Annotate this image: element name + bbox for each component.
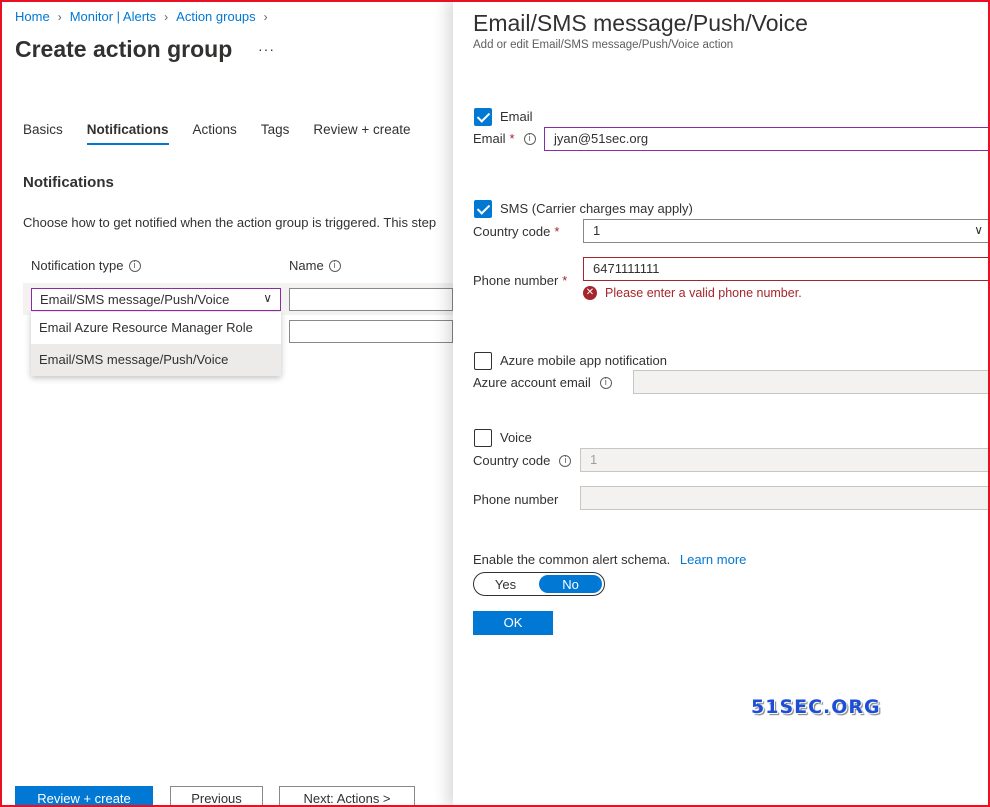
create-action-group-blade: Home › Monitor | Alerts › Action groups … [0,0,453,807]
panel-title: Email/SMS message/Push/Voice [473,10,808,36]
sms-country-code-label: Country code * [473,224,559,239]
toggle-yes[interactable]: Yes [474,573,537,595]
info-icon[interactable]: i [523,132,536,145]
azure-account-label-text: Azure account email [473,375,591,390]
voice-phone-number-field [580,486,990,510]
breadcrumb: Home › Monitor | Alerts › Action groups … [15,9,276,24]
next-actions-button[interactable]: Next: Actions > [279,786,415,807]
voice-phone-number-label: Phone number [473,492,559,507]
azure-account-email-field [633,370,990,394]
email-sms-push-voice-panel: Email/SMS message/Push/Voice Add or edit… [453,0,990,807]
review-create-button[interactable]: Review + create [15,786,153,807]
azure-account-email-label: Azure account email i [473,375,612,390]
azure-app-checkbox[interactable] [474,352,492,370]
required-marker: * [554,224,560,239]
required-marker: * [509,131,515,146]
section-description: Choose how to get notified when the acti… [23,215,437,230]
tab-bar: Basics Notifications Actions Tags Review… [23,122,435,145]
column-header-label: Name [289,258,324,273]
phone-number-error: ✕ Please enter a valid phone number. [583,286,802,300]
error-circle-icon: ✕ [583,286,597,300]
info-icon[interactable]: i [128,259,141,272]
sms-phone-number-label: Phone number * [473,273,567,288]
email-checkbox-label: Email [500,109,533,124]
email-checkbox[interactable] [474,108,492,126]
common-alert-schema-label: Enable the common alert schema. Learn mo… [473,552,746,567]
sms-phone-number-input[interactable]: 6471111111 [583,257,990,281]
phone-number-label-text: Phone number [473,273,559,288]
name-input-new-row[interactable] [289,320,453,343]
sms-country-code-dropdown[interactable]: 1 ∨ [583,219,990,243]
voice-checkbox[interactable] [474,429,492,447]
info-icon[interactable]: i [599,376,612,389]
watermark: 51SEC.ORG [751,696,881,718]
option-email-arm-role[interactable]: Email Azure Resource Manager Role [31,312,281,344]
tab-actions[interactable]: Actions [193,122,237,145]
section-title: Notifications [23,174,114,191]
panel-subtitle: Add or edit Email/SMS message/Push/Voice… [473,39,734,51]
schema-label-text: Enable the common alert schema. [473,552,671,567]
notification-type-dropdown[interactable]: Email/SMS message/Push/Voice ∨ [31,288,281,311]
option-email-sms-push-voice[interactable]: Email/SMS message/Push/Voice [31,344,281,376]
chevron-right-icon: › [57,9,62,24]
common-alert-schema-toggle[interactable]: Yes No [473,572,605,596]
email-label-text: Email [473,131,506,146]
email-field-label: Email * i [473,131,536,146]
country-code-value: 1 [593,223,601,238]
more-options-icon[interactable]: ··· [258,41,275,57]
chevron-down-icon: ∨ [263,291,272,305]
column-header-name: Name i [289,258,341,273]
chevron-right-icon: › [263,9,268,24]
info-icon[interactable]: i [328,259,341,272]
info-icon[interactable]: i [559,454,572,467]
voice-country-code-field: 1 [580,448,990,472]
breadcrumb-home[interactable]: Home [15,9,50,24]
column-header-notification-type: Notification type i [31,258,141,273]
tab-notifications[interactable]: Notifications [86,122,169,145]
tab-basics[interactable]: Basics [23,122,63,145]
breadcrumb-action-groups[interactable]: Action groups [176,9,256,24]
tab-tags[interactable]: Tags [261,122,290,145]
chevron-right-icon: › [164,9,169,24]
error-message: Please enter a valid phone number. [605,286,802,300]
required-marker: * [562,273,568,288]
voice-country-label-text: Country code [473,453,551,468]
column-header-label: Notification type [31,258,124,273]
country-code-label-text: Country code [473,224,551,239]
ok-button[interactable]: OK [473,611,553,635]
email-field[interactable]: jyan@51sec.org [544,127,990,151]
learn-more-link[interactable]: Learn more [680,552,746,567]
tab-review-create[interactable]: Review + create [313,122,410,145]
voice-country-code-label: Country code i [473,453,572,468]
chevron-down-icon: ∨ [974,223,983,237]
azure-app-checkbox-label: Azure mobile app notification [500,353,667,368]
toggle-no[interactable]: No [539,575,602,593]
sms-checkbox[interactable] [474,200,492,218]
name-input[interactable] [289,288,453,311]
notification-type-value: Email/SMS message/Push/Voice [40,292,230,307]
previous-button[interactable]: Previous [170,786,263,807]
notification-type-options: Email Azure Resource Manager Role Email/… [31,312,281,376]
sms-checkbox-label: SMS (Carrier charges may apply) [500,201,693,216]
voice-checkbox-label: Voice [500,430,532,445]
breadcrumb-monitor-alerts[interactable]: Monitor | Alerts [70,9,156,24]
page-title: Create action group [15,36,233,62]
